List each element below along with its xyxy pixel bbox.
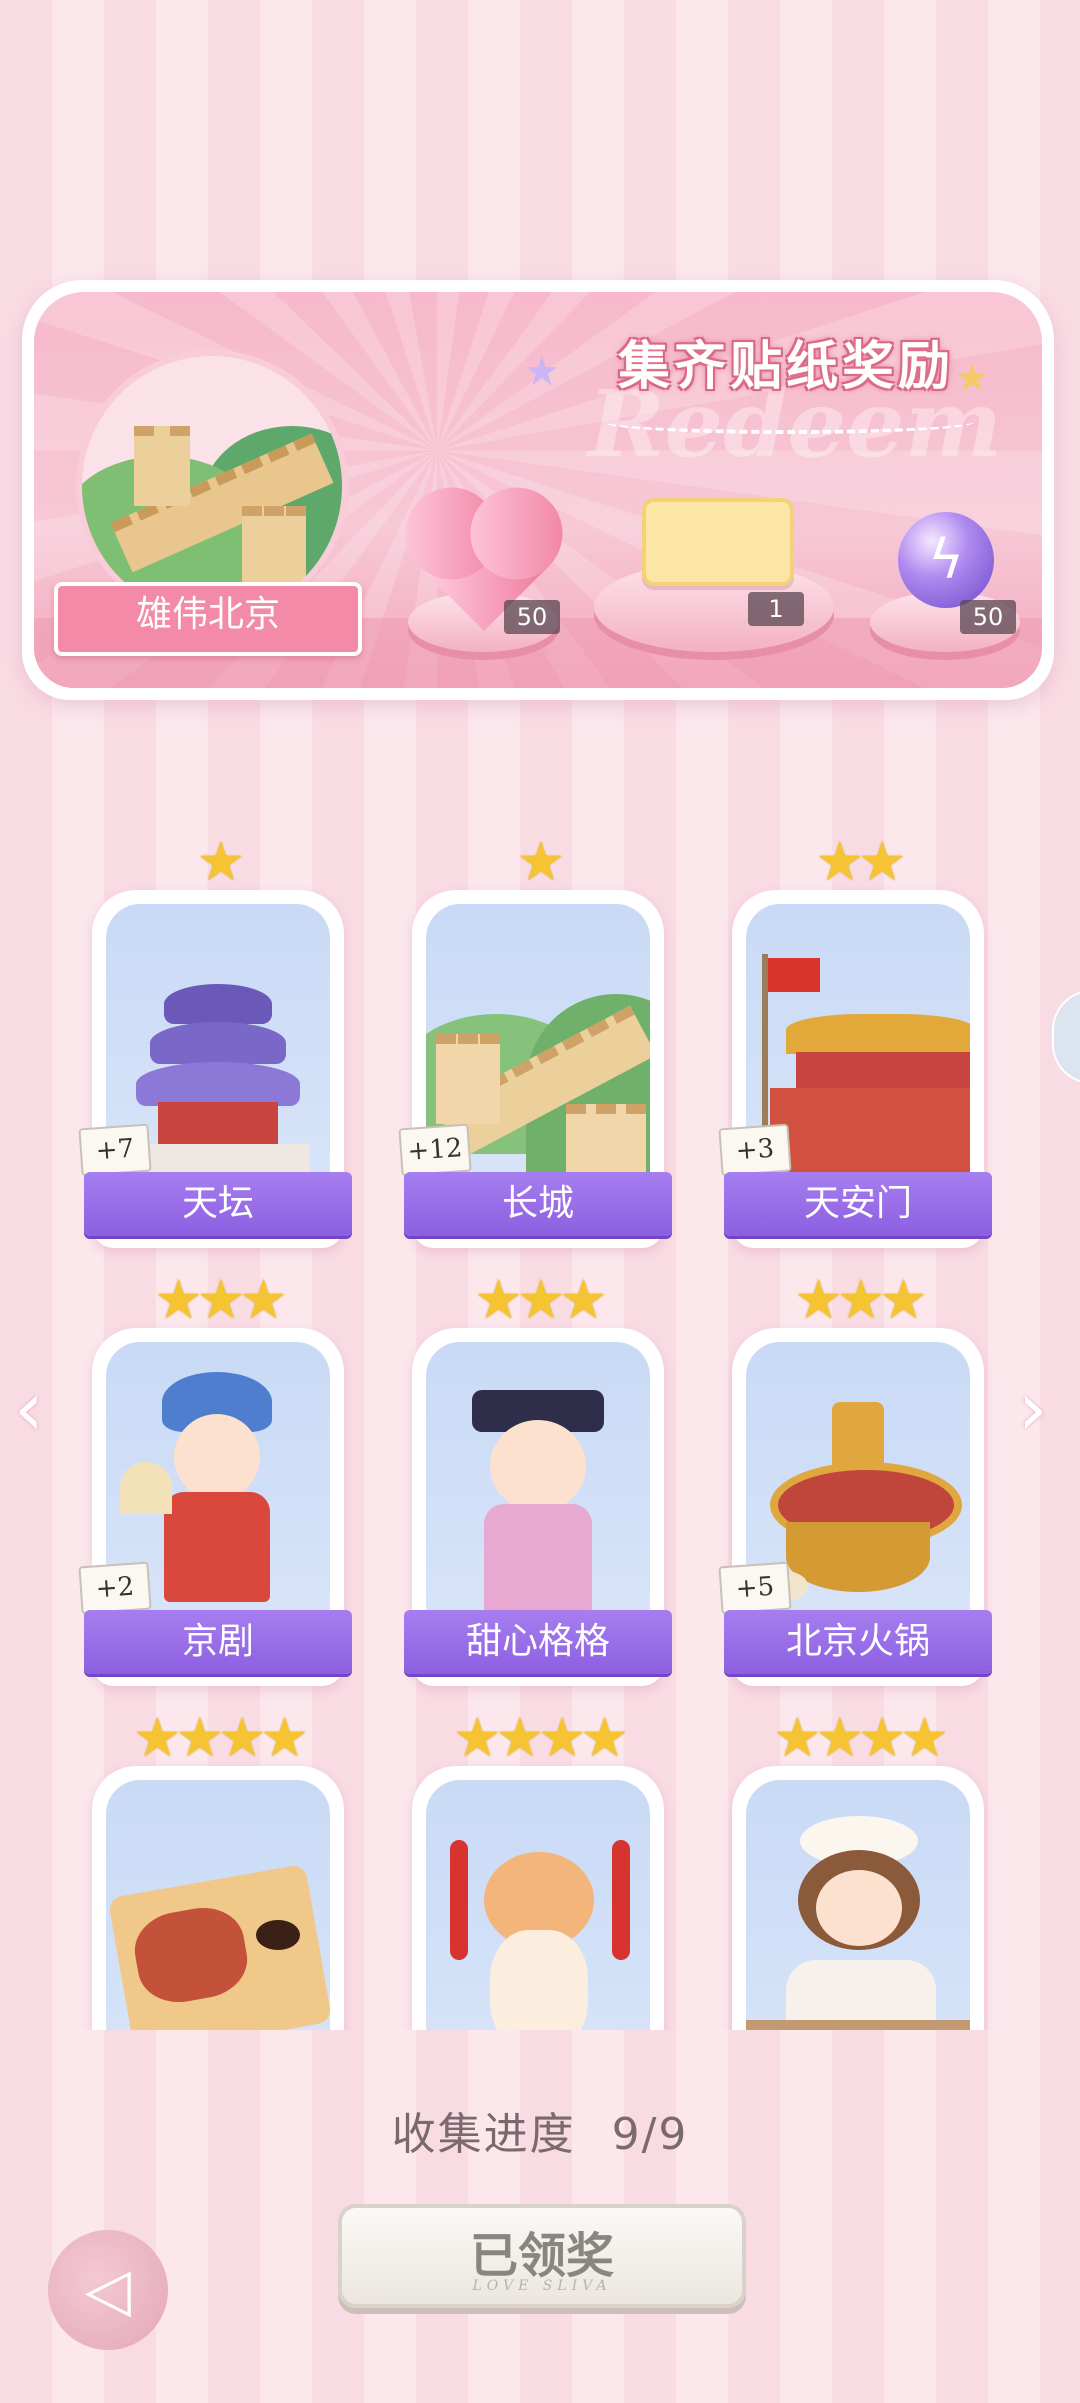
sticker-label: 天坛 bbox=[84, 1172, 352, 1236]
sticker-card-peking-opera[interactable]: ★★★ +2 京剧 bbox=[78, 1270, 352, 1686]
cat-tanghulu-art bbox=[426, 1780, 650, 2030]
claimed-button[interactable]: 已领奖 LOVE SLIVA bbox=[338, 2204, 746, 2308]
star-rating: ★★★ bbox=[794, 1268, 927, 1331]
sticker-card-roast-duck[interactable]: ★★★★ bbox=[92, 1708, 344, 2030]
sticker-label: 京剧 bbox=[84, 1610, 352, 1674]
claimed-sublabel: LOVE SLIVA bbox=[472, 2278, 612, 2294]
sticker-card-great-wall[interactable]: ★ +12 长城 bbox=[398, 832, 672, 1248]
sticker-card-beijing-hotpot[interactable]: ★★★ +5 北京火锅 bbox=[718, 1270, 992, 1686]
sticker-label: 长城 bbox=[404, 1172, 672, 1236]
sticker-label: 天安门 bbox=[724, 1172, 992, 1236]
star-rating: ★★★★ bbox=[133, 1706, 309, 1769]
star-rating: ★★ bbox=[815, 830, 907, 893]
claimed-label: 已领奖 bbox=[469, 2228, 614, 2284]
chef-girl-art bbox=[746, 1780, 970, 2030]
star-rating: ★ bbox=[196, 830, 245, 893]
sticker-label: 北京火锅 bbox=[724, 1610, 992, 1674]
sticker-card-tiananmen[interactable]: ★★ +3 天安门 bbox=[718, 832, 992, 1248]
star-rating: ★★★★ bbox=[453, 1706, 629, 1769]
star-rating: ★★★★ bbox=[773, 1706, 949, 1769]
star-rating: ★★★ bbox=[154, 1268, 287, 1331]
roast-duck-art bbox=[106, 1780, 330, 2030]
sticker-grid: ★ +7 天坛 ★ +12 长城 ★★ +3 天安门 ★★★ +2 京剧 ★★★… bbox=[0, 0, 1080, 2030]
bonus-tag: +5 bbox=[718, 1561, 792, 1615]
bonus-tag: +2 bbox=[78, 1561, 152, 1615]
sticker-label: 甜心格格 bbox=[404, 1610, 672, 1674]
progress-value: 9/9 bbox=[611, 2109, 689, 2160]
bonus-tag: +7 bbox=[78, 1123, 152, 1177]
collection-progress: 收集进度 9/9 bbox=[0, 2098, 1080, 2162]
back-triangle-icon[interactable]: ◁ bbox=[48, 2230, 168, 2350]
star-rating: ★ bbox=[516, 830, 565, 893]
sticker-card-sweet-princess[interactable]: ★★★ 甜心格格 bbox=[404, 1270, 672, 1686]
bonus-tag: +3 bbox=[718, 1123, 792, 1177]
bonus-tag: +12 bbox=[398, 1123, 472, 1177]
star-rating: ★★★ bbox=[474, 1268, 607, 1331]
sticker-card-temple-of-heaven[interactable]: ★ +7 天坛 bbox=[78, 832, 352, 1248]
next-page-arrow[interactable]: › bbox=[1018, 1372, 1048, 1446]
prev-page-arrow[interactable]: ‹ bbox=[14, 1372, 44, 1446]
progress-label: 收集进度 bbox=[391, 2109, 576, 2160]
sticker-card-cat-tanghulu[interactable]: ★★★★ bbox=[412, 1708, 664, 2030]
sticker-card-chef-girl[interactable]: ★★★★ bbox=[732, 1708, 984, 2030]
